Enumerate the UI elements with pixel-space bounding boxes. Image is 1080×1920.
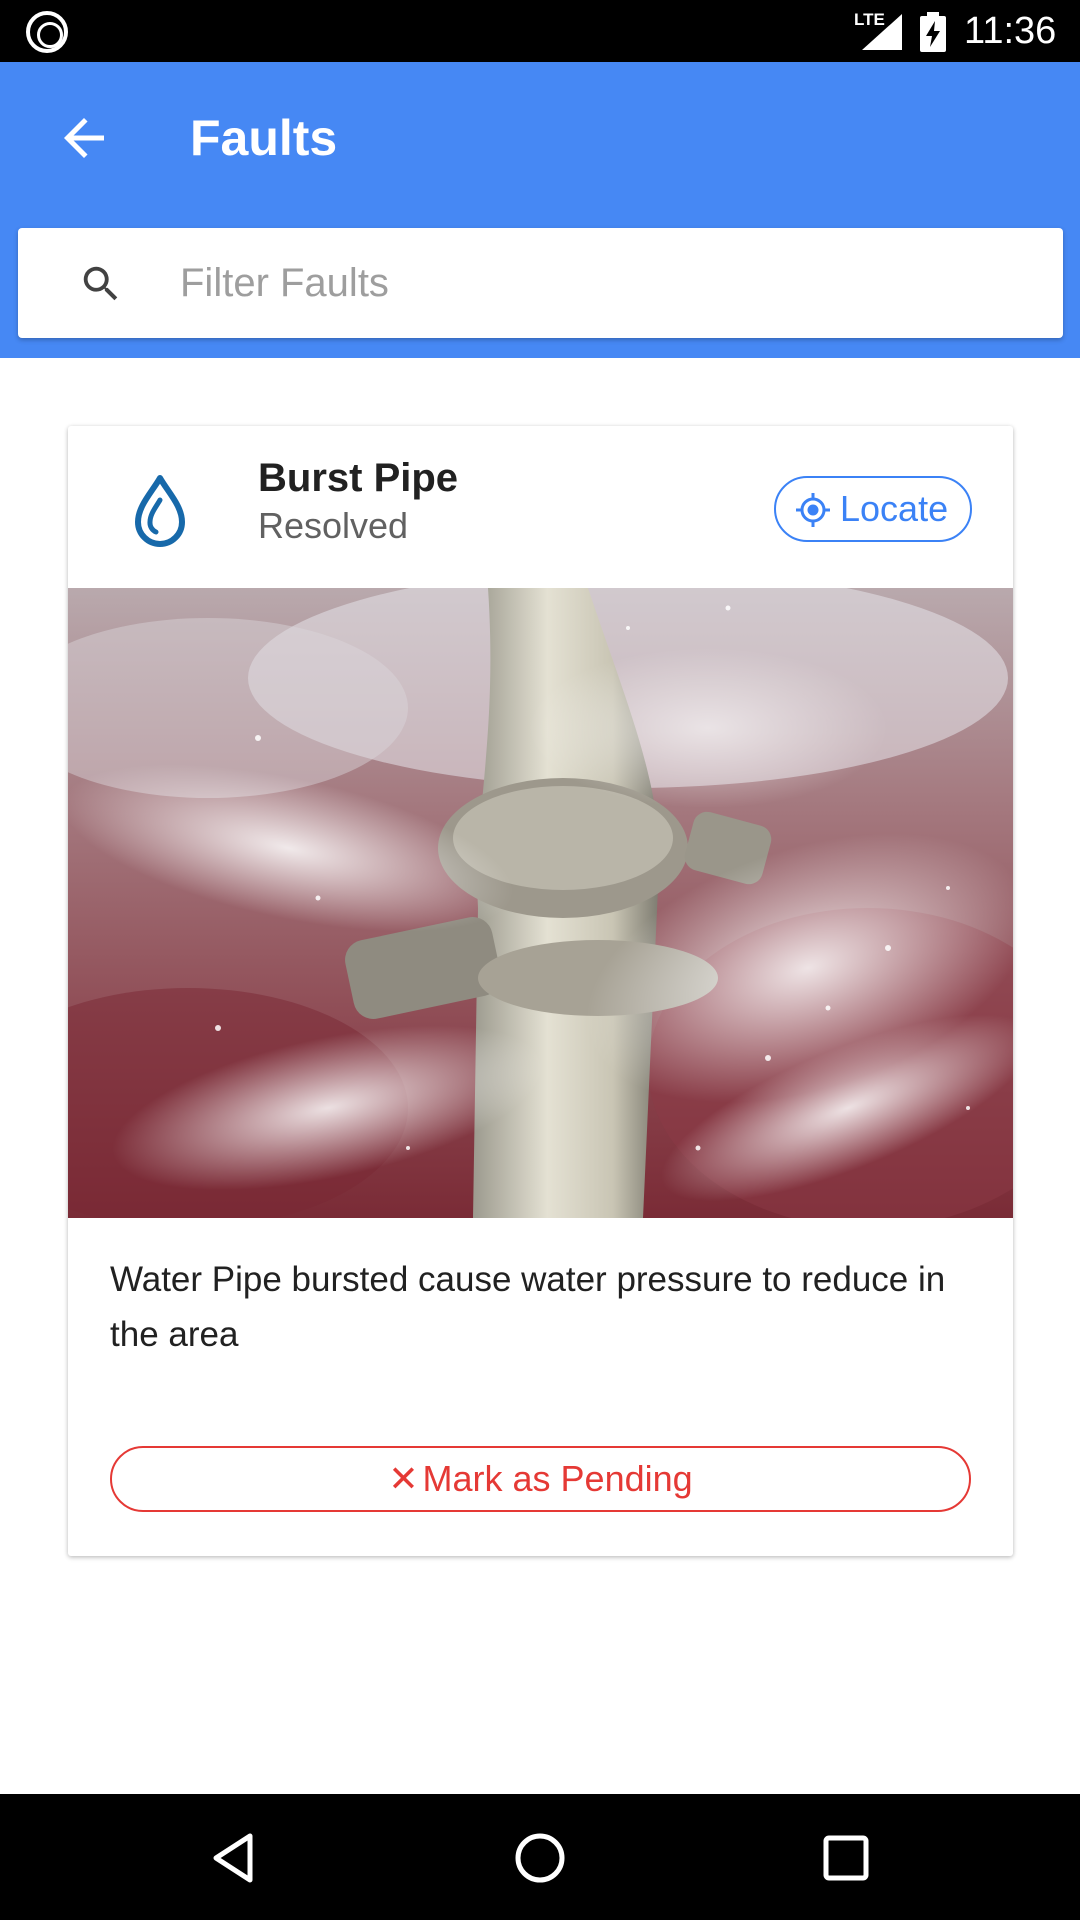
search-icon — [83, 266, 118, 301]
nav-home-icon[interactable] — [512, 1828, 568, 1888]
mark-as-pending-label: Mark as Pending — [422, 1458, 693, 1499]
arrow-back-icon — [64, 118, 104, 158]
lte-signal-icon — [862, 14, 902, 50]
burst-pipe-photo — [68, 588, 1013, 1218]
fault-card[interactable]: Burst Pipe Resolved Locate Water Pipe bu… — [68, 426, 1013, 1556]
fault-description: Water Pipe bursted cause water pressure … — [110, 1260, 946, 1354]
status-bar: LTE 11:36 — [0, 0, 1080, 62]
back-button[interactable] — [54, 108, 114, 168]
gps-target-icon — [796, 493, 830, 527]
clock: 11:36 — [964, 10, 1057, 52]
mark-as-pending-button[interactable]: ✕ Mark as Pending — [110, 1446, 971, 1512]
system-nav-bar — [0, 1794, 1080, 1920]
fault-title: Burst Pipe — [258, 456, 459, 500]
fault-status: Resolved — [258, 505, 409, 546]
water-drop-icon — [135, 475, 185, 547]
locate-label: Locate — [840, 488, 949, 529]
page-title: Faults — [190, 110, 338, 166]
locate-button[interactable]: Locate — [774, 476, 972, 542]
search-bar[interactable] — [18, 228, 1063, 338]
search-input[interactable] — [180, 248, 1020, 318]
battery-charging-icon — [920, 12, 946, 52]
nav-back-icon[interactable] — [206, 1828, 262, 1888]
nav-recents-icon[interactable] — [818, 1828, 874, 1888]
app-notification-icon — [26, 11, 68, 53]
close-icon: ✕ — [388, 1458, 419, 1499]
app-bar: Faults — [0, 62, 1080, 358]
